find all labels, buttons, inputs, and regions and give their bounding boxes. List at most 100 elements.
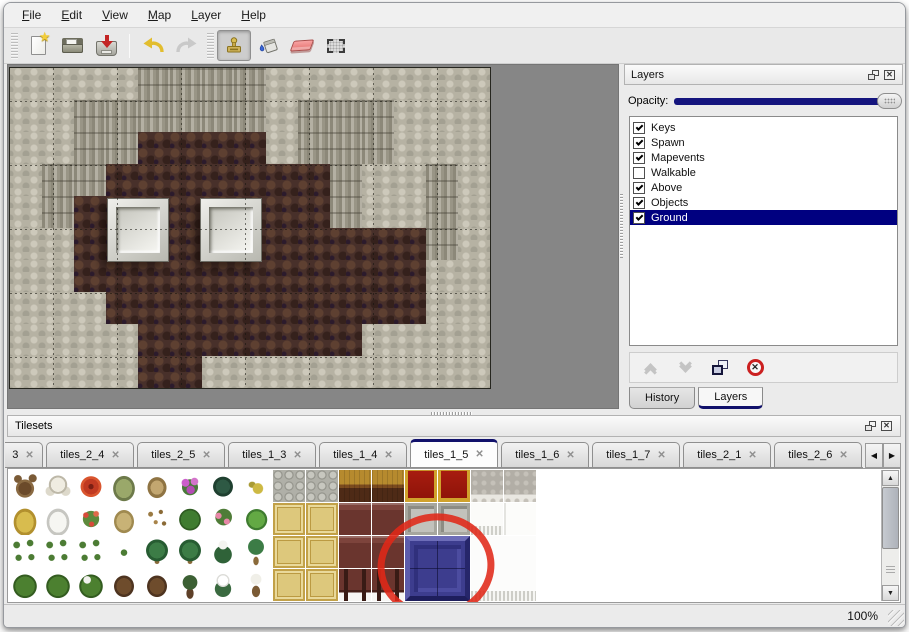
eraser-tool-button[interactable]: [285, 30, 319, 61]
map-tile-cave-floor[interactable]: [170, 292, 202, 324]
select-tool-button[interactable]: [319, 30, 353, 61]
scroll-up-button[interactable]: ▲: [882, 470, 899, 486]
palette-tile-palm-top[interactable]: [174, 536, 206, 568]
map-tile-cliff-face[interactable]: [330, 164, 362, 196]
map-tile-cave-floor[interactable]: [170, 260, 202, 292]
map-tile-cave-floor[interactable]: [202, 292, 234, 324]
palette-tile-hay-mound[interactable]: [9, 503, 41, 535]
checkbox-checked[interactable]: [633, 137, 645, 149]
map-tile-cave-floor[interactable]: [266, 196, 298, 228]
map-tile-stone-wall[interactable]: [10, 132, 42, 164]
tab-scroll-left-button[interactable]: ◀: [865, 443, 883, 468]
palette-tile-trunk-twisted[interactable]: [141, 569, 173, 601]
map-tile-cliff-face[interactable]: [74, 100, 106, 132]
palette-tile-flower-red[interactable]: [75, 470, 107, 502]
map-tile-cave-floor[interactable]: [138, 356, 170, 388]
palette-tile-wood-top[interactable]: [339, 470, 371, 502]
map-tile-stone-wall[interactable]: [458, 292, 490, 324]
map-tile-cave-floor[interactable]: [298, 260, 330, 292]
palette-tile-bush-flowers[interactable]: [75, 503, 107, 535]
palette-tile-cobble[interactable]: [273, 470, 305, 502]
palette-tile-grass-dry[interactable]: [108, 503, 140, 535]
opacity-slider[interactable]: [674, 98, 899, 105]
palette-tile-stone-slab[interactable]: [471, 470, 503, 502]
duplicate-layer-button[interactable]: [707, 355, 733, 380]
map-tile-stone-wall[interactable]: [10, 324, 42, 356]
palette-tile-sprigs[interactable]: [42, 536, 74, 568]
map-tile-cliff-face[interactable]: [426, 196, 458, 228]
map-tile-cave-floor[interactable]: [298, 228, 330, 260]
tileset-tab-tiles_2_4[interactable]: tiles_2_4✕: [46, 442, 134, 467]
map-tile-cliff-face[interactable]: [426, 164, 458, 196]
map-tile-cliff-face[interactable]: [298, 132, 330, 164]
map-tile-cliff-face[interactable]: [362, 100, 394, 132]
palette-tile-carpet-red[interactable]: [438, 470, 470, 502]
map-tile-cliff-face[interactable]: [138, 68, 170, 100]
palette-tile-cloth-plain[interactable]: [504, 503, 536, 535]
map-tile-cave-floor[interactable]: [234, 260, 266, 292]
tilesets-close-button[interactable]: ✕: [880, 420, 893, 432]
tileset-tab-tiles_1_7[interactable]: tiles_1_7✕: [592, 442, 680, 467]
redo-button[interactable]: [170, 30, 204, 61]
palette-tile-cobble[interactable]: [306, 470, 338, 502]
palette-tile-sprigs[interactable]: [9, 536, 41, 568]
map-tile-stone-wall[interactable]: [298, 356, 330, 388]
map-tile-stone-wall[interactable]: [42, 132, 74, 164]
palette-tile-stone-slab[interactable]: [504, 470, 536, 502]
map-tile-stone-wall[interactable]: [458, 100, 490, 132]
map-tile-cliff-face[interactable]: [74, 132, 106, 164]
map-tile-cliff-face[interactable]: [106, 132, 138, 164]
map-tile-stone-wall[interactable]: [10, 356, 42, 388]
map-tile-stone-wall[interactable]: [458, 164, 490, 196]
map-tile-stone-wall[interactable]: [42, 292, 74, 324]
tab-close-icon[interactable]: ✕: [202, 450, 210, 461]
map-tile-cliff-face[interactable]: [330, 132, 362, 164]
map-tile-stone-wall[interactable]: [426, 292, 458, 324]
scrollbar-thumb[interactable]: [882, 487, 899, 549]
tileset-palette[interactable]: ▲ ▼: [7, 468, 901, 603]
map-tile-stone-wall[interactable]: [266, 100, 298, 132]
map-tile-cave-floor[interactable]: [362, 228, 394, 260]
palette-tile-pine-snowy[interactable]: [207, 569, 239, 601]
map-tile-stone-wall[interactable]: [42, 228, 74, 260]
map-tile-cave-floor[interactable]: [170, 324, 202, 356]
map-tile-stone-wall[interactable]: [10, 228, 42, 260]
checkbox-checked[interactable]: [633, 197, 645, 209]
map-tile-cave-floor[interactable]: [298, 164, 330, 196]
map-tile-cave-floor[interactable]: [330, 228, 362, 260]
delete-layer-button[interactable]: ✕: [742, 355, 768, 380]
checkbox-checked[interactable]: [633, 182, 645, 194]
map-tile-cave-floor[interactable]: [138, 324, 170, 356]
checkbox-unchecked[interactable]: [633, 167, 645, 179]
map-tile-cave-floor[interactable]: [394, 228, 426, 260]
palette-tile-stump-green[interactable]: [108, 470, 140, 502]
map-tile-stone-wall[interactable]: [362, 356, 394, 388]
map-tile-stone-wall[interactable]: [426, 68, 458, 100]
map-tile-cave-floor[interactable]: [362, 292, 394, 324]
palette-tile-sprigs[interactable]: [75, 536, 107, 568]
map-tile-cave-floor[interactable]: [74, 196, 106, 228]
checkbox-checked[interactable]: [633, 152, 645, 164]
map-tile-stone-wall[interactable]: [10, 68, 42, 100]
checkbox-checked[interactable]: [633, 122, 645, 134]
tileset-tab-tiles_1_6[interactable]: tiles_1_6✕: [501, 442, 589, 467]
map-tile-cave-floor[interactable]: [170, 164, 202, 196]
map-tile-cave-floor[interactable]: [106, 260, 138, 292]
map-tile-stone-wall[interactable]: [42, 324, 74, 356]
map-tile-cliff-face[interactable]: [330, 100, 362, 132]
map-tile-cave-floor[interactable]: [362, 260, 394, 292]
toolbar-drag-handle[interactable]: [11, 33, 18, 59]
map-tile-stone-wall[interactable]: [394, 100, 426, 132]
map-tile-stone-wall[interactable]: [362, 324, 394, 356]
map-tile-cave-floor[interactable]: [170, 356, 202, 388]
tab-scroll-right-button[interactable]: ▶: [883, 443, 901, 468]
palette-tile-palm-top[interactable]: [141, 536, 173, 568]
map-tile-cliff-face[interactable]: [42, 164, 74, 196]
map-tile-cave-floor[interactable]: [394, 292, 426, 324]
palette-tile-bush-round[interactable]: [42, 569, 74, 601]
palette-tile-sprig-one[interactable]: [108, 536, 140, 568]
map-tile-stone-wall[interactable]: [74, 68, 106, 100]
map-tile-cave-floor[interactable]: [266, 164, 298, 196]
map-tile-cliff-face[interactable]: [426, 228, 458, 260]
map-tile-cave-floor[interactable]: [202, 260, 234, 292]
